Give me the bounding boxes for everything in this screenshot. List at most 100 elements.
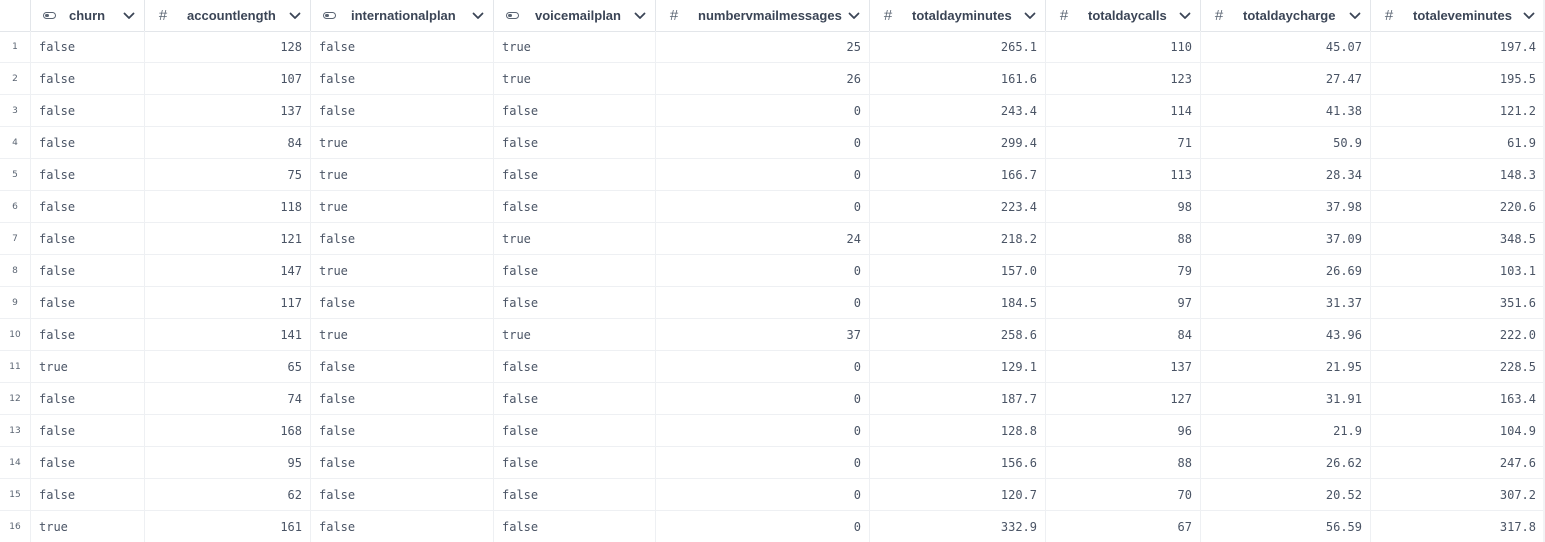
- table-row[interactable]: 4 false 84 true false 0 299.4 71 50.9 61.9: [0, 127, 1545, 159]
- cell-totaleveminutes[interactable]: 317.8: [1371, 511, 1545, 542]
- cell-numbervmailmessages[interactable]: 0: [656, 255, 870, 287]
- cell-accountlength[interactable]: 128: [145, 31, 311, 63]
- cell-churn[interactable]: true: [31, 511, 145, 542]
- cell-totaldaycharge[interactable]: 21.95: [1201, 351, 1371, 383]
- cell-accountlength[interactable]: 74: [145, 383, 311, 415]
- cell-totaldaycharge[interactable]: 43.96: [1201, 319, 1371, 351]
- cell-totaldaycharge[interactable]: 26.62: [1201, 447, 1371, 479]
- cell-voicemailplan[interactable]: false: [494, 127, 656, 159]
- column-header-totaldaycharge[interactable]: # totaldaycharge: [1201, 0, 1371, 31]
- cell-totaldaycalls[interactable]: 110: [1046, 31, 1201, 63]
- cell-totaleveminutes[interactable]: 104.9: [1371, 415, 1545, 447]
- cell-totaldayminutes[interactable]: 128.8: [870, 415, 1046, 447]
- cell-internationalplan[interactable]: false: [311, 479, 494, 511]
- column-header-totaldayminutes[interactable]: # totaldayminutes: [870, 0, 1046, 31]
- cell-numbervmailmessages[interactable]: 25: [656, 31, 870, 63]
- cell-numbervmailmessages[interactable]: 0: [656, 511, 870, 542]
- cell-totaldaycharge[interactable]: 50.9: [1201, 127, 1371, 159]
- cell-internationalplan[interactable]: false: [311, 511, 494, 542]
- cell-totaldayminutes[interactable]: 166.7: [870, 159, 1046, 191]
- cell-totaldaycalls[interactable]: 84: [1046, 319, 1201, 351]
- cell-numbervmailmessages[interactable]: 0: [656, 447, 870, 479]
- cell-voicemailplan[interactable]: false: [494, 287, 656, 319]
- cell-internationalplan[interactable]: false: [311, 383, 494, 415]
- table-row[interactable]: 3 false 137 false false 0 243.4 114 41.38 121.2: [0, 95, 1545, 127]
- cell-totaldaycalls[interactable]: 67: [1046, 511, 1201, 542]
- cell-churn[interactable]: false: [31, 159, 145, 191]
- cell-totaldayminutes[interactable]: 218.2: [870, 223, 1046, 255]
- cell-voicemailplan[interactable]: false: [494, 191, 656, 223]
- cell-numbervmailmessages[interactable]: 0: [656, 479, 870, 511]
- cell-totaldaycalls[interactable]: 114: [1046, 95, 1201, 127]
- cell-internationalplan[interactable]: false: [311, 351, 494, 383]
- cell-totaldaycalls[interactable]: 79: [1046, 255, 1201, 287]
- cell-totaleveminutes[interactable]: 61.9: [1371, 127, 1545, 159]
- cell-internationalplan[interactable]: false: [311, 287, 494, 319]
- cell-totaleveminutes[interactable]: 195.5: [1371, 63, 1545, 95]
- cell-voicemailplan[interactable]: false: [494, 511, 656, 542]
- cell-totaleveminutes[interactable]: 228.5: [1371, 351, 1545, 383]
- cell-totaldaycharge[interactable]: 37.98: [1201, 191, 1371, 223]
- cell-totaldaycharge[interactable]: 26.69: [1201, 255, 1371, 287]
- cell-totaldaycharge[interactable]: 56.59: [1201, 511, 1371, 542]
- table-row[interactable]: 9 false 117 false false 0 184.5 97 31.37 351.6: [0, 287, 1545, 319]
- cell-totaldaycharge[interactable]: 37.09: [1201, 223, 1371, 255]
- cell-voicemailplan[interactable]: false: [494, 415, 656, 447]
- column-header-numbervmailmessages[interactable]: # numbervmailmessages: [656, 0, 870, 31]
- cell-accountlength[interactable]: 118: [145, 191, 311, 223]
- cell-churn[interactable]: false: [31, 255, 145, 287]
- chevron-down-icon[interactable]: [1023, 0, 1037, 31]
- cell-numbervmailmessages[interactable]: 0: [656, 159, 870, 191]
- cell-totaldaycharge[interactable]: 21.9: [1201, 415, 1371, 447]
- cell-totaldaycalls[interactable]: 88: [1046, 223, 1201, 255]
- cell-totaldaycalls[interactable]: 137: [1046, 351, 1201, 383]
- cell-internationalplan[interactable]: false: [311, 415, 494, 447]
- cell-numbervmailmessages[interactable]: 24: [656, 223, 870, 255]
- cell-numbervmailmessages[interactable]: 0: [656, 383, 870, 415]
- cell-totaldaycalls[interactable]: 88: [1046, 447, 1201, 479]
- cell-totaldaycharge[interactable]: 45.07: [1201, 31, 1371, 63]
- cell-totaldayminutes[interactable]: 120.7: [870, 479, 1046, 511]
- cell-accountlength[interactable]: 95: [145, 447, 311, 479]
- table-row[interactable]: 12 false 74 false false 0 187.7 127 31.91 163.4: [0, 383, 1545, 415]
- cell-churn[interactable]: false: [31, 191, 145, 223]
- column-header-voicemailplan[interactable]: voicemailplan: [494, 0, 656, 31]
- cell-totaldayminutes[interactable]: 184.5: [870, 287, 1046, 319]
- cell-totaldayminutes[interactable]: 243.4: [870, 95, 1046, 127]
- cell-totaleveminutes[interactable]: 351.6: [1371, 287, 1545, 319]
- cell-accountlength[interactable]: 84: [145, 127, 311, 159]
- cell-churn[interactable]: false: [31, 383, 145, 415]
- table-row[interactable]: 15 false 62 false false 0 120.7 70 20.52 307.2: [0, 479, 1545, 511]
- table-row[interactable]: 11 true 65 false false 0 129.1 137 21.95 228.5: [0, 351, 1545, 383]
- cell-totaldayminutes[interactable]: 161.6: [870, 63, 1046, 95]
- cell-churn[interactable]: false: [31, 95, 145, 127]
- cell-totaldaycalls[interactable]: 70: [1046, 479, 1201, 511]
- chevron-down-icon[interactable]: [288, 0, 302, 31]
- column-header-churn[interactable]: churn: [31, 0, 145, 31]
- cell-totaldayminutes[interactable]: 332.9: [870, 511, 1046, 542]
- cell-totaleveminutes[interactable]: 197.4: [1371, 31, 1545, 63]
- cell-churn[interactable]: false: [31, 415, 145, 447]
- cell-totaldaycalls[interactable]: 127: [1046, 383, 1201, 415]
- column-header-totaleveminutes[interactable]: # totaleveminutes: [1371, 0, 1545, 31]
- table-row[interactable]: 5 false 75 true false 0 166.7 113 28.34 148.3: [0, 159, 1545, 191]
- cell-totaldayminutes[interactable]: 157.0: [870, 255, 1046, 287]
- cell-voicemailplan[interactable]: false: [494, 255, 656, 287]
- cell-totaldayminutes[interactable]: 223.4: [870, 191, 1046, 223]
- cell-totaleveminutes[interactable]: 247.6: [1371, 447, 1545, 479]
- chevron-down-icon[interactable]: [847, 0, 861, 31]
- cell-totaldaycalls[interactable]: 71: [1046, 127, 1201, 159]
- cell-totaldayminutes[interactable]: 187.7: [870, 383, 1046, 415]
- cell-voicemailplan[interactable]: false: [494, 479, 656, 511]
- cell-totaleveminutes[interactable]: 348.5: [1371, 223, 1545, 255]
- cell-totaldayminutes[interactable]: 265.1: [870, 31, 1046, 63]
- cell-voicemailplan[interactable]: true: [494, 31, 656, 63]
- column-header-internationalplan[interactable]: internationalplan: [311, 0, 494, 31]
- table-row[interactable]: 7 false 121 false true 24 218.2 88 37.09 348.5: [0, 223, 1545, 255]
- cell-accountlength[interactable]: 75: [145, 159, 311, 191]
- cell-totaldaycalls[interactable]: 123: [1046, 63, 1201, 95]
- cell-accountlength[interactable]: 168: [145, 415, 311, 447]
- cell-voicemailplan[interactable]: false: [494, 447, 656, 479]
- cell-churn[interactable]: false: [31, 223, 145, 255]
- cell-churn[interactable]: false: [31, 127, 145, 159]
